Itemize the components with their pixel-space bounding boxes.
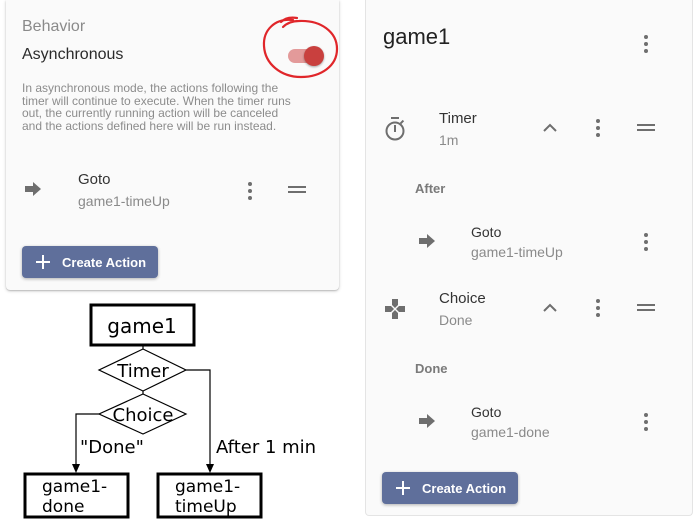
game-editor-panel: game1 Timer 1m After Goto game1-timeUp C… bbox=[365, 0, 693, 516]
async-label: Asynchronous bbox=[22, 46, 124, 63]
done-action-row[interactable]: Goto game1-done bbox=[406, 398, 692, 446]
create-action-button[interactable]: Create Action bbox=[382, 472, 518, 504]
plus-icon bbox=[396, 481, 410, 495]
panel-title: game1 bbox=[383, 24, 451, 49]
create-action-label: Create Action bbox=[62, 254, 147, 270]
drag-handle-icon[interactable] bbox=[637, 303, 655, 313]
flowchart: game1 Timer Choice "Done" After 1 min ga… bbox=[23, 303, 316, 519]
more-vert-icon[interactable] bbox=[244, 180, 256, 202]
more-vert-icon[interactable] bbox=[640, 33, 652, 55]
chevron-up-icon[interactable] bbox=[543, 123, 557, 133]
timer-row[interactable]: Timer 1m bbox=[366, 104, 692, 154]
done-subhead: Done bbox=[415, 361, 448, 376]
after-subhead: After bbox=[415, 181, 446, 196]
create-action-label: Create Action bbox=[422, 480, 507, 496]
after-action-type: Goto bbox=[471, 224, 502, 240]
action-type: Goto bbox=[78, 171, 111, 188]
action-row[interactable]: Goto game1-timeUp bbox=[6, 166, 339, 216]
chevron-up-icon[interactable] bbox=[543, 303, 557, 313]
drag-handle-icon[interactable] bbox=[288, 185, 306, 195]
arrow-right-icon bbox=[25, 182, 41, 196]
choice-sub: Done bbox=[439, 312, 473, 328]
gamepad-icon bbox=[385, 299, 405, 319]
edge-after-label: After 1 min bbox=[216, 437, 316, 458]
timer-sub: 1m bbox=[439, 132, 459, 148]
node-start-label: game1 bbox=[107, 314, 176, 338]
node-timeup-line1: game1- bbox=[175, 477, 240, 497]
arrow-right-icon bbox=[419, 234, 435, 248]
choice-title: Choice bbox=[439, 290, 486, 307]
choice-row[interactable]: Choice Done bbox=[366, 284, 692, 334]
edge-timer-timeup bbox=[186, 369, 211, 466]
after-action-target: game1-timeUp bbox=[471, 244, 563, 260]
plus-icon bbox=[36, 255, 50, 269]
node-done-line2: done bbox=[42, 497, 84, 517]
annotation-circle bbox=[262, 16, 339, 79]
create-action-button[interactable]: Create Action bbox=[22, 246, 158, 278]
async-description: In asynchronous mode, the actions follow… bbox=[22, 82, 332, 132]
action-target: game1-timeUp bbox=[78, 193, 170, 209]
more-vert-icon[interactable] bbox=[592, 117, 604, 139]
node-done-line1: game1- bbox=[42, 477, 107, 497]
node-timer-label: Timer bbox=[116, 361, 169, 382]
arrowhead-timeup bbox=[206, 464, 214, 473]
done-action-type: Goto bbox=[471, 404, 502, 420]
timer-title: Timer bbox=[439, 110, 477, 127]
after-action-row[interactable]: Goto game1-timeUp bbox=[406, 218, 692, 266]
description-line: out, the currently running action will b… bbox=[22, 106, 279, 120]
more-vert-icon[interactable] bbox=[640, 231, 652, 253]
section-title: Behavior bbox=[22, 18, 86, 35]
more-vert-icon[interactable] bbox=[592, 297, 604, 319]
arrowhead-done bbox=[72, 464, 80, 473]
stopwatch-icon bbox=[385, 117, 405, 141]
done-action-target: game1-done bbox=[471, 424, 550, 440]
more-vert-icon[interactable] bbox=[640, 411, 652, 433]
node-timeup-line2: timeUp bbox=[175, 497, 237, 517]
node-choice-label: Choice bbox=[113, 405, 174, 426]
edge-done-label: "Done" bbox=[80, 437, 144, 458]
arrow-right-icon bbox=[419, 414, 435, 428]
description-line: and the actions defined here will be run… bbox=[22, 118, 277, 133]
drag-handle-icon[interactable] bbox=[637, 123, 655, 133]
